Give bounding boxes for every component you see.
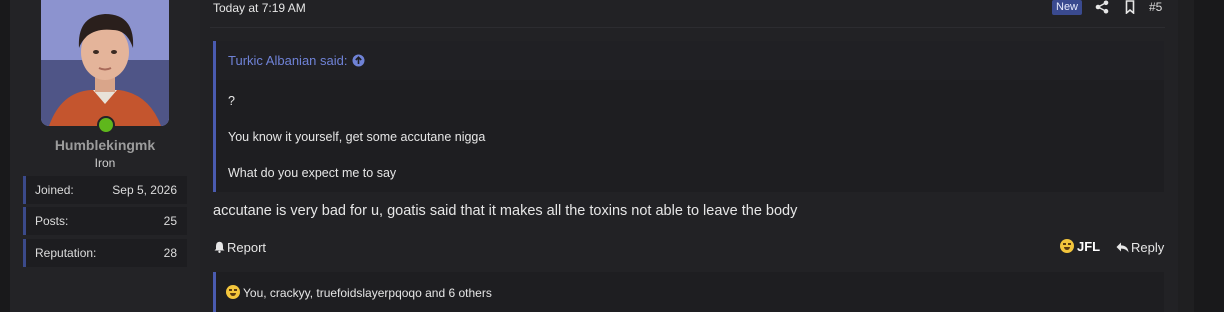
user-title: Iron [94, 156, 116, 170]
reply-icon [1116, 242, 1129, 253]
post-body-text: accutane is very bad for u, goatis said … [213, 203, 798, 219]
reactions-bar[interactable]: You, crackyy, truefoidslayerpqoqo and 6 … [213, 272, 1164, 312]
reply-label: Reply [1131, 240, 1165, 255]
stat-label: Joined: [35, 183, 74, 197]
header-divider [210, 27, 1165, 28]
stat-label: Posts: [35, 214, 69, 228]
online-status-indicator [97, 116, 115, 134]
laughing-crying-emoji-icon [1060, 239, 1074, 253]
stat-reputation: Reputation: 28 [23, 239, 187, 267]
report-label: Report [227, 240, 267, 255]
page-gutter-right [1178, 0, 1194, 312]
stat-label: Reputation: [35, 246, 97, 260]
laughing-crying-emoji-icon [226, 285, 240, 299]
post-date-link[interactable]: Today at 7:19 AM [213, 1, 306, 15]
user-cell: Humblekingmk Iron Joined: Sep 5, 2026 Po… [10, 0, 200, 312]
page-gutter-left [0, 0, 10, 312]
bell-icon [214, 241, 225, 253]
post-number-link[interactable]: #5 [1149, 0, 1162, 14]
quote-line: ? [228, 94, 235, 108]
quote-block: Turkic Albanian said: ? You know it your… [213, 41, 1164, 192]
post-container: Humblekingmk Iron Joined: Sep 5, 2026 Po… [10, 0, 1178, 312]
avatar[interactable] [41, 0, 169, 126]
quote-line: What do you expect me to say [228, 166, 397, 180]
stat-joined: Joined: Sep 5, 2026 [23, 176, 187, 204]
username[interactable]: Humblekingmk [10, 137, 200, 153]
reply-button[interactable]: Reply [1116, 240, 1164, 255]
page-edge-right [1194, 0, 1224, 312]
avatar-image [41, 0, 169, 126]
quote-author-link[interactable]: Turkic Albanian said: [228, 53, 347, 68]
stat-posts: Posts: 25 [23, 207, 187, 235]
stat-value: Sep 5, 2026 [112, 183, 177, 197]
reaction-button[interactable]: JFL [1060, 239, 1100, 254]
new-badge: New [1052, 0, 1083, 15]
reaction-label: JFL [1077, 239, 1101, 254]
share-icon[interactable] [1095, 0, 1109, 14]
quote-line: You know it yourself, get some accutane … [228, 130, 486, 144]
report-button[interactable]: Report [214, 240, 266, 255]
bookmark-icon[interactable] [1123, 0, 1137, 14]
stat-value: 28 [163, 246, 177, 260]
arrow-up-circle-icon[interactable] [352, 54, 365, 67]
stat-value: 25 [163, 214, 177, 228]
quote-header: Turkic Albanian said: [216, 41, 1164, 80]
reactions-summary[interactable]: You, crackyy, truefoidslayerpqoqo and 6 … [243, 286, 492, 300]
